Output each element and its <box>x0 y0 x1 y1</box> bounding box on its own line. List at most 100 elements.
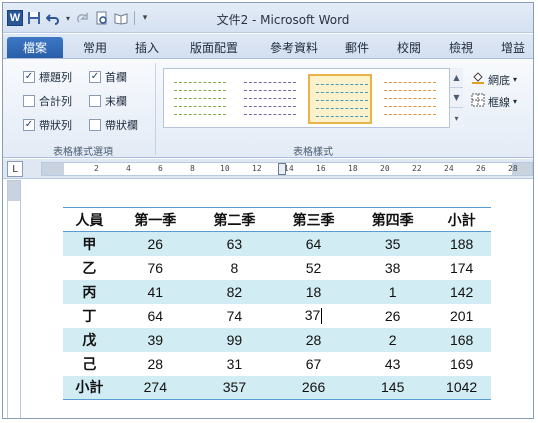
table-cell[interactable]: 38 <box>353 256 432 280</box>
tab-insert[interactable]: 插入 <box>127 37 167 58</box>
tab-review[interactable]: 校閱 <box>389 37 429 58</box>
table-cell[interactable]: 52 <box>274 256 353 280</box>
table-cell[interactable]: 2 <box>353 327 433 352</box>
header-row-checkbox[interactable]: ✓ 標題列 <box>23 69 72 85</box>
borders-button[interactable]: 框線 ▾ <box>471 93 517 110</box>
table-header-cell[interactable]: 第二季 <box>194 207 274 232</box>
table-cell[interactable]: 63 <box>194 231 274 256</box>
table-cell[interactable]: 小計 <box>63 375 116 400</box>
ribbon-tabs: 檔案 常用 插入 版面配置 參考資料 郵件 校閱 檢視 增益 <box>3 34 533 58</box>
table-header-cell[interactable]: 第三季 <box>274 207 354 232</box>
table-styles-gallery[interactable]: ▲ ▼ ▾ <box>163 68 463 128</box>
table-cell[interactable]: 己 <box>63 352 116 376</box>
ruler-tick: 18 <box>348 164 358 173</box>
chevron-down-icon: ▾ <box>513 97 518 106</box>
table-cell[interactable]: 31 <box>195 352 274 376</box>
checkbox-box[interactable] <box>23 95 35 107</box>
gallery-scrollbar[interactable]: ▲ ▼ ▾ <box>449 68 463 128</box>
table-cell[interactable]: 43 <box>353 352 432 376</box>
table-cell[interactable]: 1042 <box>432 375 491 400</box>
banded-rows-checkbox[interactable]: ✓ 帶狀列 <box>23 117 72 133</box>
tab-selector-icon[interactable]: L <box>7 161 23 177</box>
tab-mailings[interactable]: 郵件 <box>337 37 377 58</box>
table-cell[interactable]: 357 <box>194 375 274 400</box>
table-cell[interactable]: 28 <box>116 352 195 376</box>
table-style-green[interactable] <box>168 74 232 124</box>
table-cell[interactable]: 201 <box>432 304 491 328</box>
total-row-checkbox[interactable]: 合計列 <box>23 93 72 109</box>
table-style-orange[interactable] <box>378 74 442 124</box>
table-cell[interactable]: 甲 <box>63 231 116 256</box>
table-cell[interactable]: 64 <box>274 231 354 256</box>
table-cell[interactable]: 35 <box>353 231 433 256</box>
first-column-checkbox[interactable]: ✓ 首欄 <box>89 69 127 85</box>
table-row: 丙 41 82 18 1 142 <box>63 279 491 304</box>
tab-home[interactable]: 常用 <box>75 37 115 58</box>
table-cell[interactable]: 76 <box>116 256 195 280</box>
table-cell[interactable]: 8 <box>195 256 274 280</box>
table-cell[interactable]: 99 <box>194 327 274 352</box>
last-column-checkbox[interactable]: 末欄 <box>89 93 127 109</box>
ruler-tick: 20 <box>380 164 390 173</box>
banded-columns-checkbox[interactable]: 帶狀欄 <box>89 117 138 133</box>
title-bar: W ▾ ▾ 文件2 - Microsoft Word <box>3 3 533 33</box>
table-cell[interactable]: 188 <box>432 231 491 256</box>
checkbox-box[interactable]: ✓ <box>23 71 35 83</box>
table-cell[interactable]: 266 <box>274 375 354 400</box>
document-page[interactable]: 人員 第一季 第二季 第三季 第四季 小計 甲 26 63 64 35 188 <box>25 180 533 418</box>
tab-references[interactable]: 參考資料 <box>261 37 327 58</box>
data-table[interactable]: 人員 第一季 第二季 第三季 第四季 小計 甲 26 63 64 35 188 <box>63 207 491 400</box>
table-cell[interactable]: 64 <box>116 304 195 328</box>
table-cell[interactable]: 169 <box>432 352 491 376</box>
table-cell[interactable]: 18 <box>274 279 354 304</box>
table-cell[interactable]: 丁 <box>63 304 116 328</box>
tab-page-layout[interactable]: 版面配置 <box>181 37 247 58</box>
table-style-purple[interactable] <box>238 74 302 124</box>
horizontal-ruler[interactable]: 2 4 6 8 10 12 14 16 18 20 22 24 26 28 <box>41 162 533 176</box>
ruler-margin-top <box>8 181 20 201</box>
table-cell[interactable]: 26 <box>353 304 432 328</box>
table-header-cell[interactable]: 第四季 <box>353 207 433 232</box>
table-header-cell[interactable]: 人員 <box>63 207 116 232</box>
table-cell[interactable]: 82 <box>194 279 274 304</box>
table-header-row: 人員 第一季 第二季 第三季 第四季 小計 <box>63 207 491 232</box>
table-cell[interactable]: 274 <box>115 375 195 400</box>
checkbox-box[interactable]: ✓ <box>23 119 35 131</box>
table-cell[interactable]: 67 <box>274 352 353 376</box>
tab-file[interactable]: 檔案 <box>7 37 63 58</box>
table-cell[interactable]: 41 <box>115 279 195 304</box>
table-cell[interactable]: 74 <box>195 304 274 328</box>
checkbox-box[interactable]: ✓ <box>89 71 101 83</box>
table-header-cell[interactable]: 小計 <box>432 207 491 232</box>
ruler-margin-left <box>42 163 64 175</box>
table-cell[interactable]: 28 <box>274 327 354 352</box>
tab-view[interactable]: 檢視 <box>441 37 481 58</box>
table-cell[interactable]: 145 <box>353 375 433 400</box>
table-style-aqua-selected[interactable] <box>308 74 372 124</box>
group-separator <box>155 63 156 155</box>
checkbox-label: 帶狀列 <box>39 119 72 132</box>
table-cell[interactable]: 26 <box>115 231 195 256</box>
vertical-ruler[interactable] <box>7 180 21 418</box>
table-cell[interactable]: 戊 <box>63 327 116 352</box>
table-header-cell[interactable]: 第一季 <box>115 207 195 232</box>
shading-button[interactable]: 網底 ▾ <box>471 71 517 88</box>
tab-addins[interactable]: 增益 <box>493 37 533 58</box>
table-row: 甲 26 63 64 35 188 <box>63 231 491 256</box>
table-cell[interactable]: 168 <box>432 327 491 352</box>
scroll-up-icon[interactable]: ▲ <box>450 68 463 88</box>
window-title: 文件2 - Microsoft Word <box>216 13 350 27</box>
gallery-more-icon[interactable]: ▾ <box>450 108 463 128</box>
table-cell[interactable]: 丙 <box>63 279 116 304</box>
indent-marker-icon[interactable] <box>278 163 286 175</box>
table-cell[interactable]: 1 <box>353 279 433 304</box>
table-cell[interactable]: 乙 <box>63 256 116 280</box>
table-cell-with-cursor[interactable]: 37 <box>274 304 353 328</box>
ruler-bar: L 2 4 6 8 10 12 14 16 18 20 22 24 26 28 <box>3 159 533 179</box>
checkbox-box[interactable] <box>89 119 101 131</box>
scroll-down-icon[interactable]: ▼ <box>450 88 463 108</box>
table-cell[interactable]: 142 <box>432 279 491 304</box>
table-cell[interactable]: 174 <box>432 256 491 280</box>
checkbox-box[interactable] <box>89 95 101 107</box>
table-cell[interactable]: 39 <box>115 327 195 352</box>
